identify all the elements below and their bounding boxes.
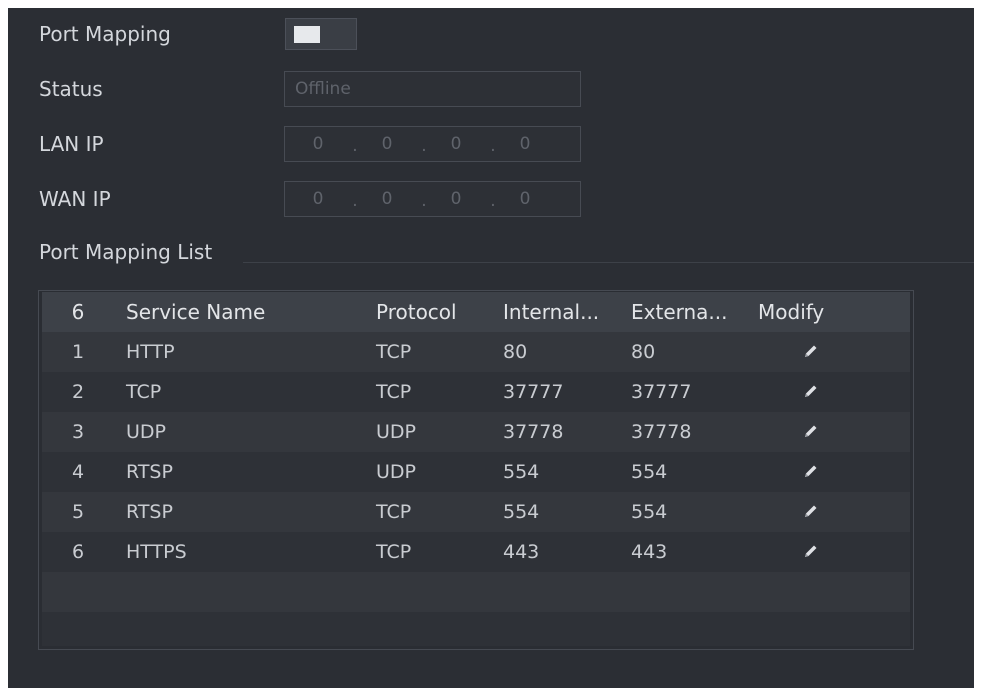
wan-ip-label: WAN IP — [39, 187, 111, 211]
empty-row — [42, 572, 910, 612]
service-name-cell: HTTPS — [126, 541, 187, 563]
table-row[interactable]: 1 HTTP TCP 80 80 — [42, 332, 910, 372]
pencil-icon[interactable] — [799, 452, 825, 492]
wan-ip-octet-1[interactable]: 0 — [303, 182, 333, 216]
section-divider — [243, 262, 974, 263]
ip-dot-icon: . — [352, 191, 358, 211]
row-number: 2 — [71, 381, 85, 403]
port-mapping-panel: Port Mapping Status Offline LAN IP 0 . 0… — [8, 8, 974, 688]
port-mapping-toggle[interactable] — [285, 18, 357, 50]
protocol-cell: TCP — [376, 341, 412, 363]
wan-ip-octet-4[interactable]: 0 — [510, 182, 540, 216]
pencil-icon[interactable] — [799, 532, 825, 572]
lan-ip-field[interactable]: 0 . 0 . 0 . 0 — [284, 126, 581, 162]
external-port-cell: 554 — [631, 501, 668, 523]
internal-port-cell: 37778 — [503, 421, 564, 443]
port-mapping-label: Port Mapping — [39, 22, 171, 46]
header-external-port[interactable]: Externa... — [631, 292, 728, 332]
header-protocol[interactable]: Protocol — [376, 292, 457, 332]
table-row[interactable]: 4 RTSP UDP 554 554 — [42, 452, 910, 492]
lan-ip-octet-2[interactable]: 0 — [372, 127, 402, 161]
row-number: 6 — [71, 541, 85, 563]
pencil-icon[interactable] — [799, 492, 825, 532]
row-number: 5 — [71, 501, 85, 523]
table-row[interactable]: 3 UDP UDP 37778 37778 — [42, 412, 910, 452]
pencil-icon[interactable] — [799, 372, 825, 412]
status-field: Offline — [284, 71, 581, 107]
table-header: 6 Service Name Protocol Internal... Exte… — [42, 292, 910, 332]
wan-ip-field[interactable]: 0 . 0 . 0 . 0 — [284, 181, 581, 217]
external-port-cell: 554 — [631, 461, 668, 483]
header-service-name[interactable]: Service Name — [126, 292, 265, 332]
pencil-icon[interactable] — [799, 332, 825, 372]
internal-port-cell: 443 — [503, 541, 540, 563]
ip-dot-icon: . — [421, 191, 427, 211]
wan-ip-octet-2[interactable]: 0 — [372, 182, 402, 216]
pencil-icon[interactable] — [799, 412, 825, 452]
service-name-cell: HTTP — [126, 341, 175, 363]
internal-port-cell: 554 — [503, 461, 540, 483]
row-number: 3 — [71, 421, 85, 443]
external-port-cell: 37777 — [631, 381, 692, 403]
header-internal-port[interactable]: Internal... — [503, 292, 599, 332]
toggle-knob — [294, 26, 320, 43]
wan-ip-octet-3[interactable]: 0 — [441, 182, 471, 216]
external-port-cell: 37778 — [631, 421, 692, 443]
protocol-cell: TCP — [376, 541, 412, 563]
protocol-cell: UDP — [376, 421, 416, 443]
internal-port-cell: 80 — [503, 341, 528, 363]
ip-dot-icon: . — [490, 136, 496, 156]
internal-port-cell: 37777 — [503, 381, 564, 403]
lan-ip-octet-3[interactable]: 0 — [441, 127, 471, 161]
table-row[interactable]: 6 HTTPS TCP 443 443 — [42, 532, 910, 572]
protocol-cell: TCP — [376, 381, 412, 403]
protocol-cell: UDP — [376, 461, 416, 483]
internal-port-cell: 554 — [503, 501, 540, 523]
empty-row — [42, 612, 910, 646]
header-count: 6 — [71, 300, 85, 324]
service-name-cell: UDP — [126, 421, 166, 443]
status-label: Status — [39, 77, 103, 101]
external-port-cell: 443 — [631, 541, 668, 563]
port-mapping-table: 6 Service Name Protocol Internal... Exte… — [38, 290, 914, 650]
lan-ip-label: LAN IP — [39, 132, 104, 156]
service-name-cell: RTSP — [126, 501, 173, 523]
protocol-cell: TCP — [376, 501, 412, 523]
row-number: 1 — [71, 341, 85, 363]
ip-dot-icon: . — [490, 191, 496, 211]
lan-ip-octet-1[interactable]: 0 — [303, 127, 333, 161]
table-row[interactable]: 5 RTSP TCP 554 554 — [42, 492, 910, 532]
port-mapping-list-title: Port Mapping List — [39, 240, 213, 264]
external-port-cell: 80 — [631, 341, 656, 363]
service-name-cell: RTSP — [126, 461, 173, 483]
ip-dot-icon: . — [352, 136, 358, 156]
ip-dot-icon: . — [421, 136, 427, 156]
row-number: 4 — [71, 461, 85, 483]
service-name-cell: TCP — [126, 381, 162, 403]
table-row[interactable]: 2 TCP TCP 37777 37777 — [42, 372, 910, 412]
lan-ip-octet-4[interactable]: 0 — [510, 127, 540, 161]
header-modify: Modify — [758, 300, 825, 324]
